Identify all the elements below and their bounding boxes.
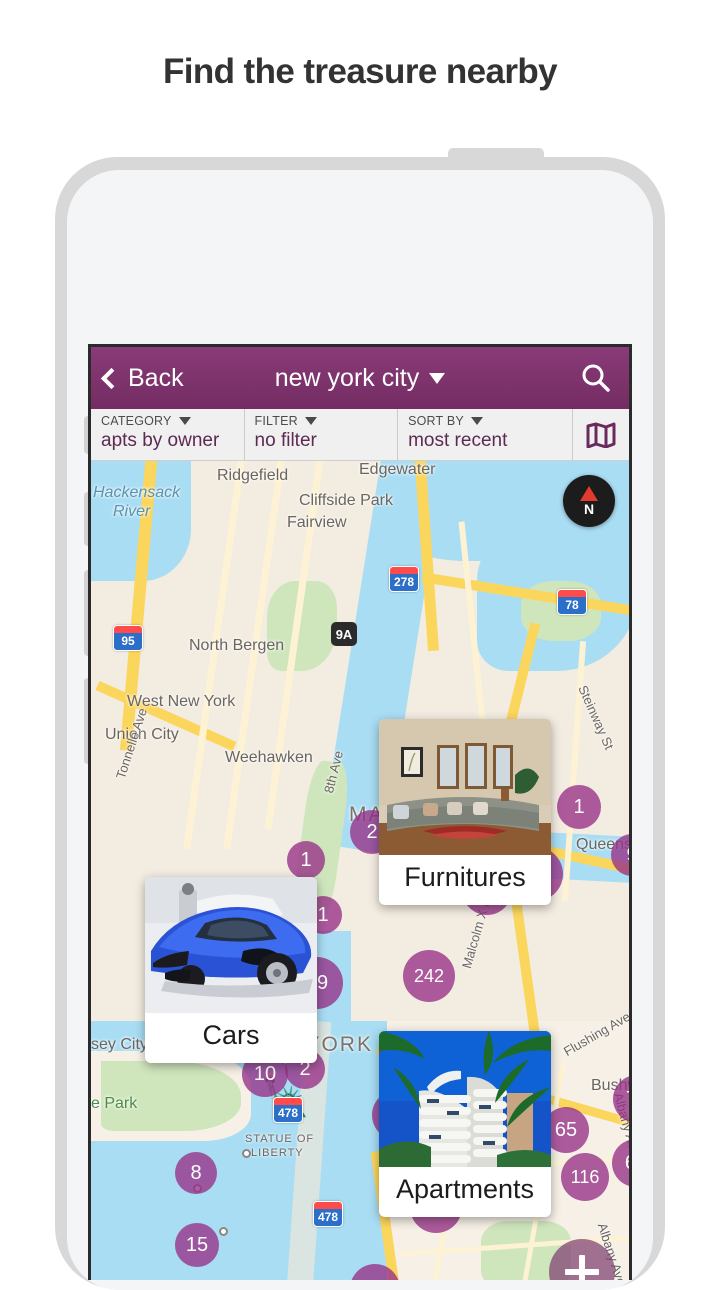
filter-sort-caption: SORT BY	[408, 414, 464, 428]
map-canvas[interactable]: Ridgefield Cliffside Park Fairview Edgewate…	[91, 461, 629, 1280]
compass-control[interactable]: N	[563, 475, 615, 527]
highway-shield-icon: 9A	[331, 622, 357, 646]
highway-shield-icon: 78	[557, 589, 587, 615]
filter-category-caption: CATEGORY	[101, 414, 172, 428]
filter-filter-caption: FILTER	[254, 414, 298, 428]
map-label: Ridgefield	[217, 467, 289, 484]
navigation-bar: Back new york city	[91, 347, 629, 409]
filter-category[interactable]: CATEGORY apts by owner	[91, 409, 245, 460]
map-label: e Park	[91, 1095, 138, 1112]
highway-shield-icon: 478	[313, 1201, 343, 1227]
plus-icon	[579, 1255, 585, 1280]
map-label: Cliffside Park	[299, 492, 393, 509]
map-poi-dot	[219, 1227, 228, 1236]
map-card-cars-label: Cars	[202, 1020, 260, 1050]
map-poi-dot	[242, 1149, 251, 1158]
map-cluster-marker[interactable]: 1	[557, 785, 601, 829]
page-title: Find the treasure nearby	[162, 52, 558, 91]
location-title: new york city	[274, 363, 420, 392]
map-card-apartments-label: Apartments	[395, 1174, 535, 1204]
chevron-down-icon	[178, 417, 191, 425]
map-street-label: Steinway St	[575, 683, 617, 752]
map-label: STATUE OF	[245, 1133, 315, 1145]
map-label: Fairview	[287, 514, 347, 531]
highway-shield-icon: 278	[389, 566, 419, 592]
compass-north-label: N	[583, 501, 595, 517]
map-cluster-marker[interactable]: 116	[561, 1153, 609, 1201]
compass-needle-icon	[580, 486, 598, 501]
map-card-furnitures[interactable]: Furnitures	[379, 719, 551, 905]
map-label: sey City	[91, 1036, 148, 1053]
highway-shield-icon: 478	[273, 1097, 303, 1123]
filter-bar: CATEGORY apts by owner FILTER no filter …	[91, 409, 629, 461]
filter-sort-by[interactable]: SORT BY most recent	[398, 409, 574, 460]
map-cluster-marker[interactable]: 242	[403, 950, 455, 1002]
map-layers-icon	[586, 422, 616, 448]
map-label: North Bergen	[189, 637, 285, 654]
filter-category-value: apts by owner	[101, 430, 220, 451]
chevron-down-icon	[429, 372, 446, 384]
map-label: LIBERTY	[251, 1147, 304, 1159]
map-cluster-marker[interactable]: 15	[175, 1223, 219, 1267]
highway-shield-icon: 95	[113, 625, 143, 651]
back-button[interactable]: Back	[100, 363, 184, 393]
apartments-thumbnail-image	[379, 1031, 551, 1167]
filter-sort-value: most recent	[408, 430, 508, 451]
chevron-down-icon	[304, 417, 317, 425]
map-label: Hackensack	[93, 484, 181, 501]
chevron-down-icon	[470, 417, 483, 425]
map-label: Edgewater	[359, 461, 436, 478]
phone-screen: Back new york city CATEGORY apts by owne…	[88, 344, 632, 1280]
search-button[interactable]	[579, 361, 613, 395]
map-cluster-marker[interactable]: 8	[175, 1152, 217, 1194]
furnitures-thumbnail-image	[379, 719, 551, 855]
filter-filter-value: no filter	[254, 430, 317, 451]
map-label: River	[113, 503, 151, 520]
filter-filter[interactable]: FILTER no filter	[245, 409, 399, 460]
map-card-cars[interactable]: Cars	[145, 877, 317, 1063]
cars-thumbnail-image	[145, 877, 317, 1013]
map-layers-button[interactable]	[573, 409, 629, 460]
map-card-apartments[interactable]: Apartments	[379, 1031, 551, 1217]
map-label: Weehawken	[225, 749, 313, 766]
chevron-left-icon	[100, 367, 123, 389]
map-card-furnitures-label: Furnitures	[404, 862, 526, 892]
back-button-label: Back	[128, 363, 184, 392]
map-cluster-marker[interactable]: 1	[287, 841, 325, 879]
